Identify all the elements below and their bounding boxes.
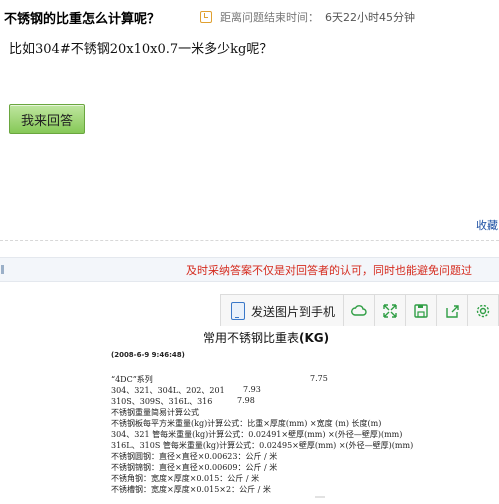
time-remaining: 距离问题结束时间： 6天22小时45分钟 bbox=[200, 9, 415, 25]
image-toolbar: 发送图片到手机 bbox=[220, 294, 499, 328]
collect-link[interactable]: 收藏 bbox=[476, 217, 498, 233]
share-icon[interactable] bbox=[437, 295, 469, 327]
phone-icon bbox=[231, 302, 245, 320]
settings-icon[interactable] bbox=[468, 295, 499, 327]
doc-row-text: 不锈钢圆钢：直径×直径×0.00623：公斤 / 米 bbox=[111, 452, 278, 461]
doc-row-value: 7.93 bbox=[243, 385, 261, 394]
notice-text: 及时采纳答案不仅是对回答者的认可，同时也能避免问题过 bbox=[186, 264, 472, 277]
doc-row-value: 7.75 bbox=[310, 374, 328, 383]
notice-bar: 及时采纳答案不仅是对回答者的认可，同时也能避免问题过 bbox=[0, 257, 499, 282]
answer-button[interactable]: 我来回答 bbox=[9, 104, 85, 134]
doc-row-text: 310S、309S、316L、316 bbox=[111, 397, 213, 406]
document-image: 常用不锈钢比重表(KG) (2008-6-9 9:46:48) “4DC”系列 … bbox=[105, 326, 499, 504]
expand-icon[interactable] bbox=[375, 295, 407, 327]
doc-row-text: 不锈钢锦钢：直径×直径×0.00609：公斤 / 米 bbox=[111, 463, 278, 472]
doc-row-text: 304、321 管每米重量(kg)计算公式：0.02491×壁厚(mm) ×(外… bbox=[111, 430, 403, 439]
doc-row-text: 不锈钢重量简易计算公式 bbox=[111, 408, 199, 417]
doc-row-text: 不锈槽钢：宽度×厚度×0.015×2：公斤 / 米 bbox=[111, 485, 271, 494]
doc-row-text: 不锈钢板每平方米重量(kg)计算公式：比重×厚度(mm) ×宽度 (m) 长度(… bbox=[111, 419, 382, 428]
doc-row-text: 不锈角钢：宽度×厚度×0.015：公斤 / 米 bbox=[111, 474, 260, 483]
send-to-phone-button[interactable]: 发送图片到手机 bbox=[221, 295, 345, 327]
timer-label: 距离问题结束时间： bbox=[220, 11, 319, 24]
send-to-phone-label: 发送图片到手机 bbox=[251, 304, 336, 319]
save-icon[interactable] bbox=[406, 295, 438, 327]
cloud-icon[interactable] bbox=[344, 295, 376, 327]
doc-date: (2008-6-9 9:46:48) bbox=[111, 351, 185, 359]
divider bbox=[0, 240, 499, 241]
question-title: 不锈钢的比重怎么计算呢？ bbox=[4, 12, 161, 27]
doc-row-text: “4DC”系列 bbox=[111, 375, 153, 384]
doc-title-suffix: (KG) bbox=[299, 331, 330, 345]
doc-row-value: 7.98 bbox=[237, 396, 255, 405]
notice-marker-icon bbox=[1, 265, 4, 274]
scroll-marker bbox=[315, 496, 325, 498]
doc-title: 常用不锈钢比重表(KG) bbox=[203, 329, 329, 346]
question-body: 比如304#不锈钢20x10x0.7一米多少kg呢？ bbox=[9, 42, 273, 57]
clock-icon bbox=[200, 11, 212, 23]
doc-title-prefix: 常用不锈钢比重表 bbox=[203, 331, 300, 345]
doc-row-text: 316L、310S 管每米重量(kg)计算公式：0.02495×壁厚(mm) ×… bbox=[111, 441, 414, 450]
timer-value: 6天22小时45分钟 bbox=[325, 11, 415, 24]
doc-row-text: 304、321、304L、202、201 bbox=[111, 386, 225, 395]
